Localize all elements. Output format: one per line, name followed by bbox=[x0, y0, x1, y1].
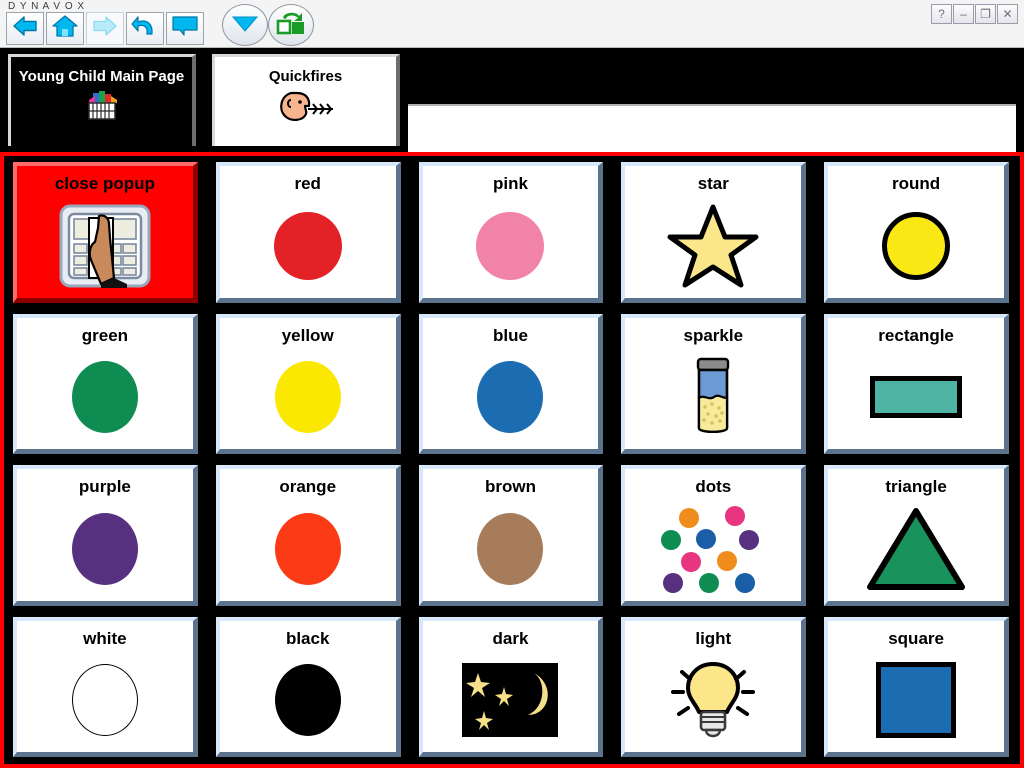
color-swatch-white bbox=[17, 649, 193, 753]
color-swatch-orange bbox=[220, 497, 396, 601]
grid-cell-square[interactable]: square bbox=[824, 616, 1009, 757]
cell-label: black bbox=[285, 628, 330, 648]
home-button[interactable] bbox=[46, 12, 84, 45]
page-swap-button[interactable] bbox=[268, 4, 314, 46]
toy-box-icon bbox=[84, 90, 120, 127]
cell-label: white bbox=[83, 628, 127, 648]
toolbar: D Y N A V O X ? – ❐ ✕ bbox=[0, 0, 1024, 48]
cell-label: close popup bbox=[54, 174, 155, 193]
grid-cell-purple[interactable]: purple bbox=[13, 465, 198, 606]
page-swap-icon bbox=[275, 8, 307, 43]
color-swatch-green bbox=[17, 346, 193, 450]
back-button[interactable] bbox=[6, 12, 44, 45]
grid-cell-close-popup[interactable]: close popup bbox=[13, 162, 198, 303]
cell-label: green bbox=[81, 325, 129, 345]
cell-label: rectangle bbox=[878, 325, 954, 345]
home-icon bbox=[51, 14, 79, 43]
window-controls: ? – ❐ ✕ bbox=[930, 4, 1018, 24]
light-bulb-icon bbox=[625, 649, 801, 753]
triangle-shape-icon bbox=[828, 497, 1004, 601]
color-swatch-red bbox=[220, 194, 396, 298]
grid-cell-red[interactable]: red bbox=[215, 162, 401, 303]
undo-arrow-icon bbox=[131, 14, 159, 43]
button-grid: close popup red pink star round green ye… bbox=[7, 159, 1017, 761]
cell-label: sparkle bbox=[683, 325, 744, 345]
round-shape-icon bbox=[828, 194, 1004, 298]
rectangle-shape-icon bbox=[828, 346, 1004, 450]
tab-quickfires[interactable]: Quickfires bbox=[212, 54, 400, 146]
triangle-down-icon bbox=[231, 14, 259, 37]
minimize-button[interactable]: – bbox=[953, 4, 974, 24]
cell-label: triangle bbox=[885, 477, 947, 496]
color-swatch-blue bbox=[423, 346, 599, 450]
cell-label: star bbox=[697, 174, 729, 193]
cell-label: square bbox=[888, 628, 944, 648]
grid-cell-triangle[interactable]: triangle bbox=[824, 465, 1009, 606]
glitter-jar-icon bbox=[625, 346, 801, 450]
undo-button[interactable] bbox=[126, 12, 164, 45]
color-swatch-yellow bbox=[220, 346, 396, 450]
dynavox-brand: D Y N A V O X bbox=[8, 1, 86, 12]
grid-cell-star[interactable]: star bbox=[621, 162, 807, 303]
dots-icon bbox=[625, 497, 801, 601]
grid-cell-pink[interactable]: pink bbox=[418, 162, 604, 303]
restore-button[interactable]: ❐ bbox=[975, 4, 996, 24]
cell-label: light bbox=[695, 628, 732, 648]
grid-cell-dots[interactable]: dots bbox=[621, 465, 807, 606]
back-arrow-icon bbox=[11, 15, 39, 42]
speak-button[interactable] bbox=[166, 12, 204, 45]
dropdown-button[interactable] bbox=[222, 4, 268, 46]
grid-cell-green[interactable]: green bbox=[13, 313, 198, 454]
grid-cell-orange[interactable]: orange bbox=[215, 465, 401, 606]
grid-cell-sparkle[interactable]: sparkle bbox=[621, 313, 807, 454]
speech-bubble-icon bbox=[171, 15, 199, 42]
cell-label: pink bbox=[493, 174, 528, 193]
grid-cell-blue[interactable]: blue bbox=[418, 313, 604, 454]
cell-label: purple bbox=[78, 477, 131, 496]
grid-cell-black[interactable]: black bbox=[215, 616, 401, 757]
grid-cell-yellow[interactable]: yellow bbox=[215, 313, 401, 454]
grid-cell-dark[interactable]: dark bbox=[418, 616, 604, 757]
close-button[interactable]: ✕ bbox=[997, 4, 1018, 24]
help-button[interactable]: ? bbox=[931, 4, 952, 24]
tab-label: Quickfires bbox=[268, 68, 343, 85]
grid-cell-brown[interactable]: brown bbox=[418, 465, 604, 606]
close-popup-icon bbox=[17, 194, 193, 298]
cell-label: brown bbox=[484, 477, 536, 496]
cell-label: round bbox=[892, 174, 941, 193]
color-swatch-pink bbox=[423, 194, 599, 298]
color-swatch-purple bbox=[17, 497, 193, 601]
cell-label: yellow bbox=[281, 325, 334, 345]
forward-button[interactable] bbox=[86, 12, 124, 45]
tab-strip: Young Child Main Page Quickfires bbox=[0, 48, 1024, 196]
tab-label: Young Child Main Page bbox=[18, 68, 185, 85]
cell-label: blue bbox=[493, 325, 528, 345]
speaking-face-icon bbox=[275, 90, 337, 129]
button-grid-container: close popup red pink star round green ye… bbox=[0, 152, 1024, 768]
grid-cell-light[interactable]: light bbox=[621, 616, 807, 757]
grid-cell-round[interactable]: round bbox=[824, 162, 1009, 303]
grid-cell-white[interactable]: white bbox=[13, 616, 198, 757]
cell-label: red bbox=[294, 174, 321, 193]
cell-label: orange bbox=[279, 477, 337, 496]
color-swatch-brown bbox=[423, 497, 599, 601]
night-sky-icon bbox=[423, 649, 599, 753]
cell-label: dots bbox=[695, 477, 732, 496]
square-shape-icon bbox=[828, 649, 1004, 753]
color-swatch-black bbox=[220, 649, 396, 753]
forward-arrow-icon bbox=[91, 15, 119, 42]
star-icon bbox=[625, 194, 801, 298]
tab-young-child-main-page[interactable]: Young Child Main Page bbox=[8, 54, 196, 146]
grid-cell-rectangle[interactable]: rectangle bbox=[824, 313, 1009, 454]
cell-label: dark bbox=[492, 628, 529, 648]
